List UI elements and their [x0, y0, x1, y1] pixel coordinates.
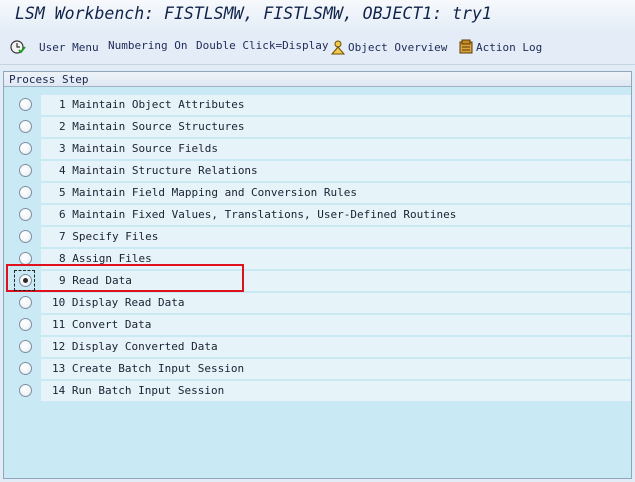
window-title: LSM Workbench: FISTLSMW, FISTLSMW, OBJEC…: [15, 4, 492, 23]
process-step-spacer: [65, 318, 72, 331]
process-step-radio[interactable]: [19, 230, 32, 243]
process-step-radio[interactable]: [19, 186, 32, 199]
process-step-text: Display Converted Data: [71, 340, 218, 353]
user-menu-label: User Menu: [39, 40, 99, 54]
process-step-radio[interactable]: [19, 98, 32, 111]
log-icon: [458, 39, 474, 55]
process-step-label: 3 Maintain Source Fields: [59, 142, 218, 156]
process-step-label: 5 Maintain Field Mapping and Conversion …: [59, 186, 357, 200]
process-step-label: 1 Maintain Object Attributes: [59, 98, 244, 112]
process-step-spacer: [65, 340, 72, 353]
process-step-radio[interactable]: [19, 164, 32, 177]
process-step-radio[interactable]: [19, 384, 32, 397]
process-step-label: 7 Specify Files: [59, 230, 158, 244]
process-step-number: 5: [59, 186, 66, 199]
application-toolbar: User Menu Numbering On Double Click=Disp…: [0, 30, 635, 65]
process-step-label: 11 Convert Data: [52, 318, 151, 332]
process-step-number: 7: [59, 230, 66, 243]
process-step-number: 10: [52, 296, 66, 309]
process-step-row[interactable]: 5 Maintain Field Mapping and Conversion …: [4, 182, 631, 204]
process-step-radio[interactable]: [19, 318, 32, 331]
object-overview-label: Object Overview: [348, 40, 448, 54]
process-step-text: Convert Data: [71, 318, 152, 331]
process-step-header: Process Step: [4, 72, 631, 87]
double-click-display-button[interactable]: Double Click=Display: [196, 39, 328, 52]
focus-indicator: [14, 270, 35, 291]
process-step-number: 3: [59, 142, 66, 155]
person-icon: [330, 39, 346, 55]
process-step-label: 13 Create Batch Input Session: [52, 362, 244, 376]
process-step-row[interactable]: 4 Maintain Structure Relations: [4, 160, 631, 182]
process-step-text: Maintain Object Attributes: [72, 98, 245, 111]
clock-check-icon: [10, 39, 26, 55]
process-step-text: Maintain Fixed Values, Translations, Use…: [72, 208, 457, 221]
process-step-number: 2: [59, 120, 66, 133]
process-step-row[interactable]: 6 Maintain Fixed Values, Translations, U…: [4, 204, 631, 226]
process-step-row[interactable]: 10 Display Read Data: [4, 292, 631, 314]
process-step-number: 1: [59, 98, 66, 111]
process-step-text: Maintain Structure Relations: [72, 164, 258, 177]
process-step-text: Maintain Source Structures: [72, 120, 245, 133]
process-step-row[interactable]: 12 Display Converted Data: [4, 336, 631, 358]
process-step-row[interactable]: 1 Maintain Object Attributes: [4, 94, 631, 116]
process-step-number: 6: [59, 208, 66, 221]
process-step-radio[interactable]: [19, 296, 32, 309]
process-step-text: Maintain Source Fields: [72, 142, 218, 155]
process-step-number: 11: [52, 318, 66, 331]
process-step-row[interactable]: 3 Maintain Source Fields: [4, 138, 631, 160]
numbering-on-label: Numbering On: [108, 39, 188, 52]
process-step-text: Specify Files: [72, 230, 159, 243]
process-step-radio[interactable]: [19, 208, 32, 221]
process-step-label: 6 Maintain Fixed Values, Translations, U…: [59, 208, 456, 222]
process-step-row[interactable]: 7 Specify Files: [4, 226, 631, 248]
process-step-spacer: [65, 362, 72, 375]
action-log-button[interactable]: Action Log: [458, 39, 542, 55]
process-step-label: 10 Display Read Data: [52, 296, 184, 310]
process-step-row[interactable]: 2 Maintain Source Structures: [4, 116, 631, 138]
process-step-label: 2 Maintain Source Structures: [59, 120, 244, 134]
numbering-on-button[interactable]: Numbering On: [108, 39, 187, 52]
process-step-number: 14: [52, 384, 66, 397]
process-step-label: 14 Run Batch Input Session: [52, 384, 224, 398]
process-step-radio[interactable]: [19, 340, 32, 353]
action-log-label: Action Log: [476, 40, 543, 54]
process-step-row[interactable]: 13 Create Batch Input Session: [4, 358, 631, 380]
double-click-display-label: Double Click=Display: [196, 39, 329, 52]
process-step-spacer: [65, 296, 72, 309]
process-step-radio[interactable]: [19, 120, 32, 133]
process-step-number: 4: [59, 164, 66, 177]
process-step-number: 12: [52, 340, 66, 353]
process-step-text: Maintain Field Mapping and Conversion Ru…: [72, 186, 358, 199]
process-step-radio[interactable]: [19, 142, 32, 155]
process-step-radio[interactable]: [19, 362, 32, 375]
process-step-row[interactable]: 11 Convert Data: [4, 314, 631, 336]
process-step-text: Display Read Data: [71, 296, 185, 309]
process-step-label: 4 Maintain Structure Relations: [59, 164, 258, 178]
process-step-row[interactable]: 14 Run Batch Input Session: [4, 380, 631, 402]
process-step-spacer: [65, 384, 72, 397]
process-step-text: Create Batch Input Session: [71, 362, 245, 375]
process-step-label: 12 Display Converted Data: [52, 340, 218, 354]
title-bar: LSM Workbench: FISTLSMW, FISTLSMW, OBJEC…: [0, 0, 635, 30]
process-step-text: Run Batch Input Session: [71, 384, 225, 397]
process-step-number: 13: [52, 362, 66, 375]
object-overview-button[interactable]: Object Overview: [330, 39, 447, 55]
selection-highlight-box: [6, 264, 244, 292]
user-menu-button[interactable]: User Menu: [10, 39, 99, 55]
